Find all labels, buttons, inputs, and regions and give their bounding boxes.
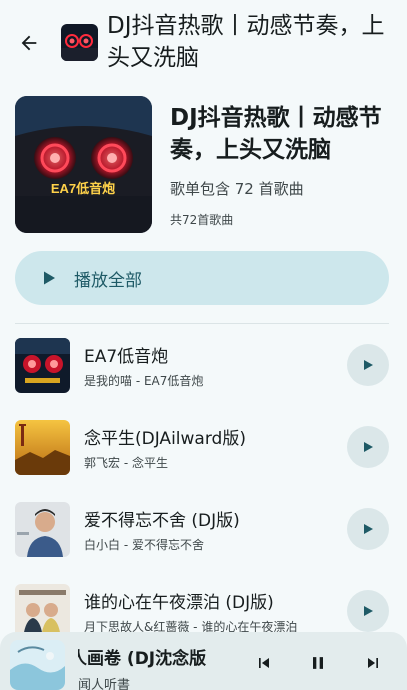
play-all-label: 播放全部 xyxy=(74,270,142,291)
playlist-title: DJ抖音热歌丨动感节奏，上头又洗脑 xyxy=(170,105,382,163)
header-playlist-cover xyxy=(61,24,98,61)
play-icon xyxy=(364,360,373,370)
song-subtitle: 是我的喵 - EA7低音炮 xyxy=(84,374,204,388)
playlist-cover: EA7低音炮 xyxy=(15,96,152,233)
song-row[interactable]: 爱不得忘不舍 (DJ版) 白小白 - 爱不得忘不舍 xyxy=(0,502,407,564)
now-playing-title: 人画卷 (DJ沈念版 xyxy=(78,649,207,669)
song-play-button[interactable] xyxy=(347,344,389,386)
now-playing-artist: 闻人听書_ xyxy=(78,678,137,690)
song-subtitle: 郭飞宏 - 念平生 xyxy=(84,456,168,470)
play-icon xyxy=(44,271,55,285)
playlist-description: 歌单包含 72 首歌曲 xyxy=(170,180,304,198)
song-title: EA7低音炮 xyxy=(84,347,169,367)
arrow-back-icon xyxy=(21,35,37,51)
song-title: 念平生(DJAilward版) xyxy=(84,429,246,449)
song-row[interactable]: 念平生(DJAilward版) 郭飞宏 - 念平生 xyxy=(0,420,407,482)
back-button[interactable] xyxy=(14,28,44,58)
play-icon xyxy=(364,606,373,616)
top-app-bar: DJ抖音热歌丨动感节奏，上头又洗脑 xyxy=(0,0,407,82)
song-play-button[interactable] xyxy=(347,590,389,632)
song-title: 谁的心在午夜漂泊 (DJ版) xyxy=(84,593,274,613)
song-title: 爱不得忘不舍 (DJ版) xyxy=(84,511,240,531)
song-row[interactable]: EA7低音炮 是我的喵 - EA7低音炮 xyxy=(0,338,407,400)
divider xyxy=(15,323,389,324)
skip-previous-icon xyxy=(259,658,269,668)
play-icon xyxy=(364,524,373,534)
mini-player[interactable]: 人画卷 (DJ沈念版 闻人听書_ xyxy=(0,632,407,690)
song-cover xyxy=(15,502,70,557)
playlist-song-count: 共72首歌曲 xyxy=(170,213,234,227)
play-icon xyxy=(364,442,373,452)
cover-caption: EA7低音炮 xyxy=(51,181,115,196)
pause-button[interactable] xyxy=(305,650,331,676)
skip-next-icon xyxy=(368,658,378,668)
song-cover xyxy=(15,420,70,475)
skip-next-button[interactable] xyxy=(360,650,386,676)
song-cover xyxy=(15,338,70,393)
skip-previous-button[interactable] xyxy=(251,650,277,676)
song-play-button[interactable] xyxy=(347,426,389,468)
play-all-button[interactable]: 播放全部 xyxy=(15,251,389,305)
pause-icon xyxy=(313,657,323,669)
song-play-button[interactable] xyxy=(347,508,389,550)
song-cover xyxy=(15,584,70,639)
now-playing-cover xyxy=(10,640,65,690)
song-subtitle: 白小白 - 爱不得忘不舍 xyxy=(84,538,204,552)
page-title: DJ抖音热歌丨动感节奏，上头又洗脑 xyxy=(107,13,385,71)
